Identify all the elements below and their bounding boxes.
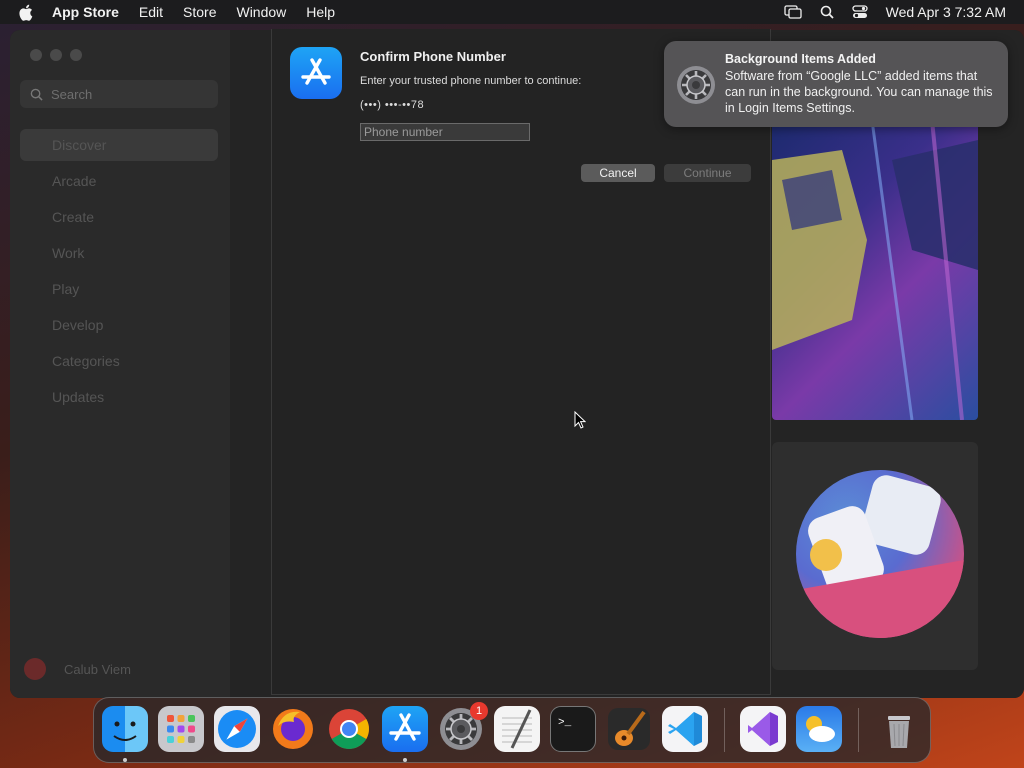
- menu-bar: App Store Edit Store Window Help Wed Apr…: [0, 0, 1024, 24]
- sidebar-item-label: Play: [52, 281, 80, 297]
- sidebar-item-create[interactable]: Create: [20, 201, 218, 233]
- sidebar-item-updates[interactable]: Updates: [20, 381, 218, 413]
- menu-help[interactable]: Help: [306, 4, 335, 20]
- dock-chrome-icon[interactable]: [326, 706, 372, 752]
- search-input[interactable]: Search: [20, 80, 218, 108]
- search-placeholder: Search: [51, 86, 93, 102]
- menubar-clock[interactable]: Wed Apr 3 7:32 AM: [886, 4, 1006, 20]
- apple-menu-icon[interactable]: [18, 4, 34, 21]
- cancel-button[interactable]: Cancel: [581, 164, 655, 182]
- sidebar-item-label: Develop: [52, 317, 104, 333]
- notification-body: Software from “Google LLC” added items t…: [725, 69, 993, 115]
- minimize-window-button[interactable]: [50, 49, 62, 61]
- dock-trash-icon[interactable]: [876, 706, 922, 752]
- menu-edit[interactable]: Edit: [139, 4, 163, 20]
- menu-window[interactable]: Window: [236, 4, 286, 20]
- notification-title: Background Items Added: [725, 52, 876, 66]
- dock-launchpad-icon[interactable]: [158, 706, 204, 752]
- account-button[interactable]: Calub Viem: [24, 658, 131, 680]
- search-icon: [30, 88, 43, 101]
- app-card-artwork: [796, 470, 964, 638]
- avatar: [24, 658, 46, 680]
- sidebar-item-develop[interactable]: Develop: [20, 309, 218, 341]
- search-icon[interactable]: [820, 5, 834, 19]
- running-indicator: [123, 758, 127, 762]
- dock-safari-icon[interactable]: [214, 706, 260, 752]
- masked-phone-number: (•••) •••-••78: [360, 99, 425, 111]
- confirm-phone-dialog: Confirm Phone Number Enter your trusted …: [271, 29, 771, 695]
- sidebar-item-label: Create: [52, 209, 95, 225]
- app-card[interactable]: [772, 442, 978, 670]
- user-name: Calub Viem: [64, 661, 131, 677]
- close-window-button[interactable]: [30, 49, 42, 61]
- dock-vscode-icon[interactable]: [662, 706, 708, 752]
- menu-store[interactable]: Store: [183, 4, 216, 20]
- sidebar-item-label: Arcade: [52, 173, 97, 189]
- running-indicator: [403, 758, 407, 762]
- dock-app-store-icon[interactable]: [382, 706, 428, 752]
- sidebar-item-work[interactable]: Work: [20, 237, 218, 269]
- mouse-cursor-icon: [574, 411, 586, 429]
- dock-visual-studio-icon[interactable]: [740, 706, 786, 752]
- sidebar-item-label: Work: [52, 245, 85, 261]
- svg-text:>_: >_: [558, 717, 572, 729]
- featured-game-artwork[interactable]: [772, 120, 978, 420]
- background-items-notification[interactable]: Background Items Added Software from “Go…: [664, 41, 1008, 127]
- screen-mirroring-icon[interactable]: [783, 5, 802, 19]
- sidebar-item-discover[interactable]: Discover: [20, 129, 218, 161]
- dock-separator: [858, 708, 859, 752]
- control-center-icon[interactable]: [851, 5, 868, 19]
- sidebar-item-arcade[interactable]: Arcade: [20, 165, 218, 197]
- menu-app-name[interactable]: App Store: [52, 4, 119, 20]
- dock-garageband-icon[interactable]: [606, 706, 652, 752]
- sidebar-item-label: Categories: [52, 353, 120, 369]
- dock-weather-icon[interactable]: [796, 706, 842, 752]
- continue-button[interactable]: Continue: [664, 164, 751, 182]
- dialog-title: Confirm Phone Number: [360, 49, 506, 64]
- sidebar-item-label: Updates: [52, 389, 105, 405]
- phone-number-input[interactable]: [360, 123, 530, 141]
- dock-separator: [724, 708, 725, 752]
- dock-textedit-icon[interactable]: [494, 706, 540, 752]
- dock-finder-icon[interactable]: [102, 706, 148, 752]
- dialog-message: Enter your trusted phone number to conti…: [360, 75, 582, 87]
- system-settings-icon: [677, 66, 715, 104]
- sidebar-item-play[interactable]: Play: [20, 273, 218, 305]
- sidebar: Search Discover Arcade Create Work Play …: [10, 30, 231, 698]
- zoom-window-button[interactable]: [70, 49, 82, 61]
- app-store-icon: [290, 47, 342, 99]
- dock-terminal-icon[interactable]: >_: [550, 706, 596, 752]
- sidebar-item-label: Discover: [52, 137, 107, 153]
- dock: 1 >_: [93, 697, 931, 763]
- notification-badge: 1: [470, 702, 488, 720]
- sidebar-item-categories[interactable]: Categories: [20, 345, 218, 377]
- dock-firefox-icon[interactable]: [270, 706, 316, 752]
